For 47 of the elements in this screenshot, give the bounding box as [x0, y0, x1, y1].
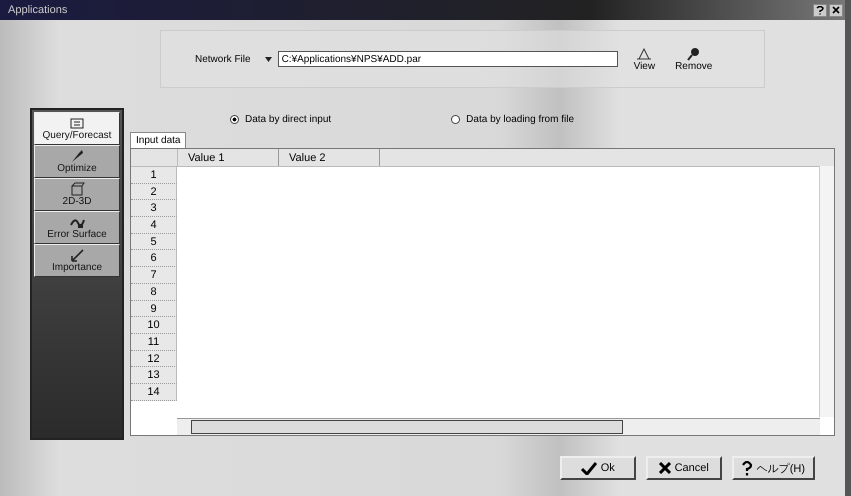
row-number: 9	[131, 300, 177, 318]
close-icon	[832, 6, 840, 14]
row-number: 12	[131, 350, 177, 368]
checkmark-icon	[580, 462, 597, 474]
radio-option[interactable]: Data by loading from file	[451, 114, 574, 124]
help-button[interactable]: ヘルプ(H)	[732, 456, 815, 480]
triangle-icon	[636, 46, 652, 60]
tab[interactable]: Input data	[130, 132, 186, 148]
row-number: 7	[131, 267, 177, 284]
sidebar-item[interactable]: Importance	[34, 244, 120, 277]
question-mark-icon	[742, 460, 753, 476]
row-number: 1	[131, 167, 177, 184]
dropdown-arrow-icon[interactable]	[264, 56, 272, 62]
sidebar-item[interactable]: Error Surface	[34, 211, 120, 244]
question-mark-icon	[816, 6, 824, 14]
vertical-scrollbar[interactable]	[819, 166, 834, 417]
horizontal-scrollbar[interactable]	[177, 418, 820, 435]
x-icon	[658, 462, 671, 474]
network-file-label: Network File	[195, 54, 251, 64]
sidebar-item[interactable]: Optimize	[34, 145, 120, 178]
row-number: 5	[131, 234, 177, 250]
help-button[interactable]	[813, 4, 827, 16]
row-number: 13	[131, 367, 177, 384]
pen-icon	[69, 149, 85, 163]
row-number: 11	[131, 334, 177, 351]
remove-button[interactable]: Remove	[671, 46, 716, 72]
row-number: 14	[131, 384, 177, 401]
cube-icon	[69, 182, 85, 196]
view-button[interactable]: View	[630, 46, 660, 72]
path-field[interactable]: C:¥Applications¥NPS¥ADD.par	[278, 51, 618, 67]
close-button[interactable]	[829, 4, 843, 16]
window-title: Applications	[8, 4, 68, 16]
row-number: 3	[131, 200, 177, 218]
row-number: 10	[131, 317, 177, 334]
radio-option[interactable]: Data by direct input	[230, 114, 332, 124]
column-header: Value 1	[178, 149, 279, 166]
arrow-icon	[69, 248, 85, 262]
ok-button[interactable]: Ok	[560, 456, 636, 480]
column-header: Value 2	[279, 149, 380, 166]
cancel-button[interactable]: Cancel	[646, 456, 722, 480]
sidebar-item[interactable]: Query/Forecast	[34, 112, 120, 145]
row-number: 6	[131, 250, 177, 268]
table-icon	[69, 116, 85, 130]
row-number: 4	[131, 217, 177, 234]
row-number: 2	[131, 184, 177, 200]
row-number: 8	[131, 284, 177, 300]
sidebar-item[interactable]: 2D-3D	[34, 178, 120, 211]
